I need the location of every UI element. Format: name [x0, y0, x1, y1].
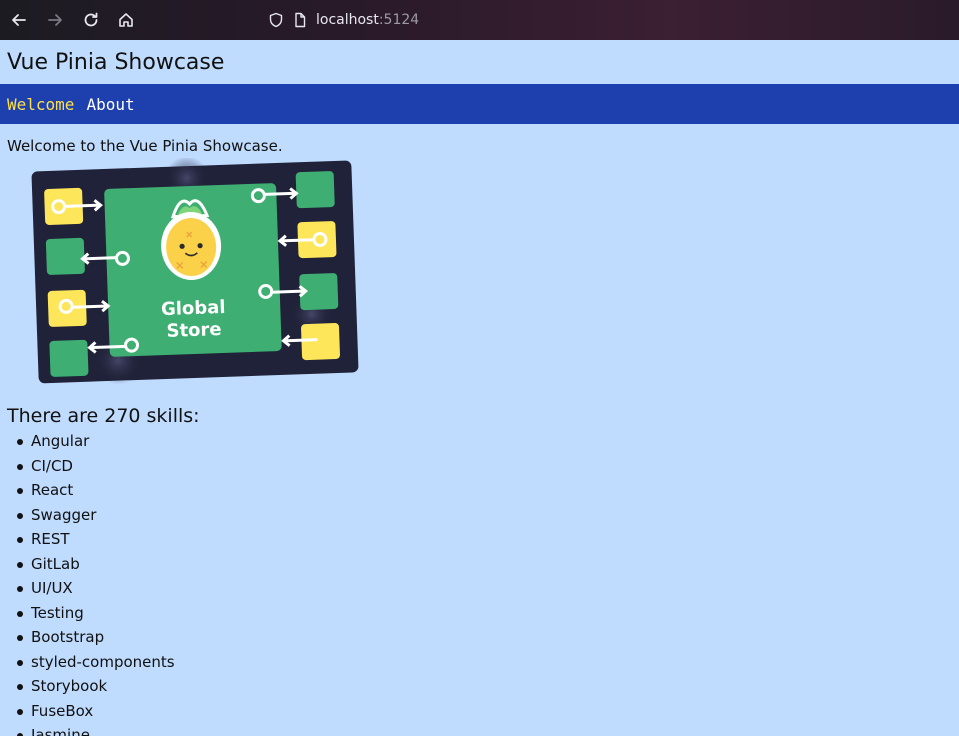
- list-item: FuseBox: [17, 699, 175, 724]
- page-title: Vue Pinia Showcase: [7, 49, 225, 75]
- main-content: Welcome to the Vue Pinia Showcase. Globa…: [7, 124, 952, 736]
- list-item: UI/UX: [17, 576, 175, 601]
- welcome-text: Welcome to the Vue Pinia Showcase.: [7, 137, 283, 155]
- reload-icon: [84, 12, 98, 27]
- global-store-illustration: Global Store: [31, 158, 359, 385]
- arrow-left-icon: [12, 14, 26, 26]
- url-text: localhost:5124: [316, 12, 420, 28]
- list-item: Angular: [17, 429, 175, 454]
- skills-heading: There are 270 skills:: [7, 405, 200, 427]
- reload-button[interactable]: [79, 8, 103, 32]
- home-icon: [119, 13, 133, 27]
- list-item: Testing: [17, 601, 175, 626]
- list-item: Swagger: [17, 503, 175, 528]
- home-button[interactable]: [114, 8, 138, 32]
- nav-link-about[interactable]: About: [86, 95, 134, 114]
- list-item: GitLab: [17, 552, 175, 577]
- arrow-right-icon: [48, 14, 62, 26]
- list-item: Storybook: [17, 674, 175, 699]
- list-item: REST: [17, 527, 175, 552]
- nav-link-welcome[interactable]: Welcome: [7, 95, 74, 114]
- skills-list: Angular CI/CD React Swagger REST GitLab …: [17, 429, 175, 736]
- forward-button[interactable]: [43, 8, 67, 32]
- illustration-caption-store: Store: [166, 319, 222, 342]
- url-bar[interactable]: localhost:5124: [268, 8, 419, 32]
- list-item: styled-components: [17, 650, 175, 675]
- list-item: React: [17, 478, 175, 503]
- list-item: CI/CD: [17, 454, 175, 479]
- list-item: Jasmine: [17, 723, 175, 736]
- back-button[interactable]: [7, 8, 31, 32]
- main-nav: Welcome About: [0, 84, 959, 124]
- browser-toolbar: localhost:5124: [0, 0, 959, 40]
- illustration-caption-global: Global: [161, 297, 226, 320]
- page-icon: [295, 12, 306, 28]
- shield-icon: [269, 12, 283, 28]
- app-header: Vue Pinia Showcase: [0, 40, 959, 84]
- list-item: Bootstrap: [17, 625, 175, 650]
